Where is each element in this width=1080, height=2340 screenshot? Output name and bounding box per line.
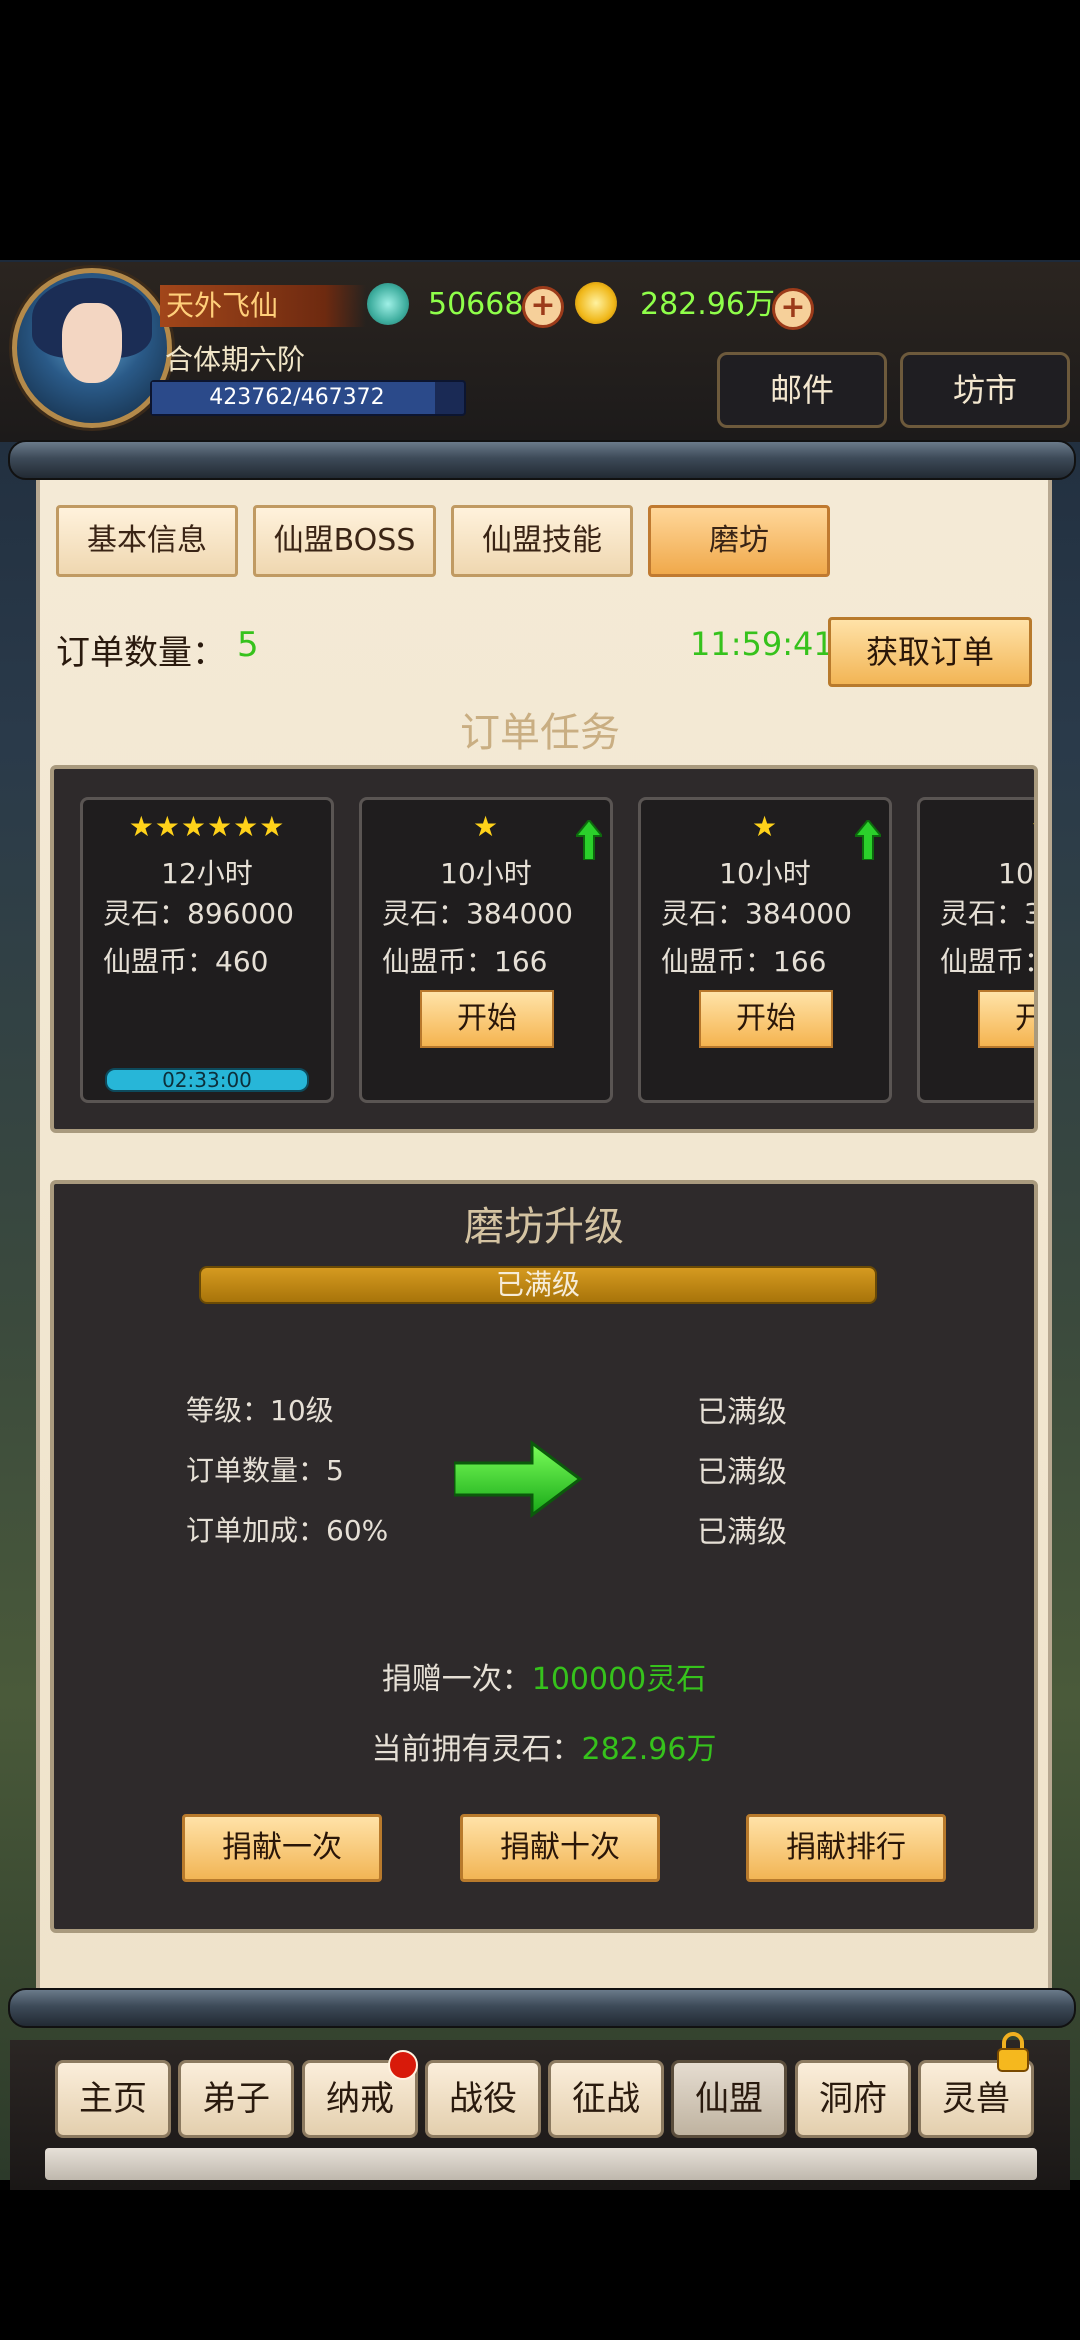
nav-home[interactable]: 主页 [55,2060,171,2138]
donate-cost-value: 100000灵石 [531,1662,707,1697]
donate-once-button[interactable]: 捐献一次 [182,1814,382,1882]
tab-sect-boss[interactable]: 仙盟BOSS [253,505,436,577]
donate-ranking-button[interactable]: 捐献排行 [746,1814,946,1882]
lock-icon [997,2032,1029,2072]
nav-scrollbar[interactable] [45,2148,1037,2180]
order-count-label: 订单数量： [56,633,226,673]
tab-sect-skill[interactable]: 仙盟技能 [451,505,633,577]
nav-campaign[interactable]: 战役 [425,2060,541,2138]
order-duration: 12小时 [161,857,253,890]
order-duration: 10小时 [440,857,532,890]
order-card[interactable]: ★ 10小时 灵石：384000 仙盟币：166 开始 [917,797,1038,1103]
stat-order-bonus-next: 已满级 [697,1515,787,1550]
star-rating: ★★★★★★ [128,810,286,843]
order-duration: 10小时 [719,857,811,890]
donate-ten-button[interactable]: 捐献十次 [460,1814,660,1882]
player-name: 天外飞仙 [160,285,366,327]
stat-order-count: 订单数量：5 [186,1454,344,1487]
scroll-rod-bottom [8,1988,1076,2028]
status-area [0,0,1080,260]
start-order-button[interactable]: 开始 [420,990,554,1048]
tab-basic-info[interactable]: 基本信息 [56,505,238,577]
start-order-button[interactable]: 开始 [699,990,833,1048]
nav-expedition[interactable]: 征战 [548,2060,664,2138]
mill-upgrade-title: 磨坊升级 [464,1204,624,1250]
order-count-value: 5 [237,625,259,665]
add-jade-button[interactable]: + [522,286,564,328]
exp-text: 423762/467372 [209,385,385,410]
order-coin-reward: 仙盟币：166 [661,945,827,978]
mill-upgrade-panel: 磨坊升级 已满级 等级：10级 订单数量：5 订单加成：60% 已满级 已满级 … [50,1180,1038,1933]
order-refresh-timer: 11:59:41 [690,625,834,663]
mail-button[interactable]: 邮件 [717,352,887,428]
jade-icon [367,283,409,325]
order-stone-reward: 灵石：384000 [940,897,1038,930]
order-list[interactable]: ★★★★★★ 12小时 灵石：896000 仙盟币：460 02:33:00 ★… [50,765,1038,1133]
nav-disciples[interactable]: 弟子 [178,2060,294,2138]
arrow-right-icon [454,1440,583,1518]
player-avatar[interactable] [12,268,172,428]
stat-level-next: 已满级 [697,1395,787,1430]
exp-bar: 423762/467372 [150,380,466,416]
add-gold-button[interactable]: + [772,288,814,330]
notification-dot-icon [388,2050,418,2080]
order-stone-reward: 灵石：384000 [382,897,573,930]
bottom-area [0,2190,1080,2340]
stat-order-bonus: 订单加成：60% [186,1514,389,1547]
order-progress-bar: 02:33:00 [105,1068,309,1092]
order-card[interactable]: ★ 10小时 灵石：384000 仙盟币：166 开始 [638,797,892,1103]
order-coin-reward: 仙盟币：166 [382,945,548,978]
order-stone-reward: 灵石：384000 [661,897,852,930]
order-card[interactable]: ★ 10小时 灵石：384000 仙盟币：166 开始 [359,797,613,1103]
stat-order-count-next: 已满级 [697,1455,787,1490]
donate-cost: 捐赠一次：100000灵石 [54,1654,1034,1698]
owned-stone: 当前拥有灵石：282.96万 [54,1724,1034,1768]
start-order-button[interactable]: 开始 [978,990,1034,1048]
star-rating: ★ [920,810,1034,843]
player-realm: 合体期六阶 [165,343,306,376]
get-order-button[interactable]: 获取订单 [828,617,1032,687]
order-coin-reward: 仙盟币：460 [103,945,269,978]
gold-amount: 282.96万 [640,287,775,322]
tab-mill[interactable]: 磨坊 [648,505,830,577]
order-stone-reward: 灵石：896000 [103,897,294,930]
scroll-rod-top [8,440,1076,480]
order-duration: 10小时 [998,857,1034,890]
nav-sect[interactable]: 仙盟 [671,2060,787,2138]
nav-cave[interactable]: 洞府 [795,2060,911,2138]
jade-amount: 50668 [428,287,524,322]
order-tasks-title: 订单任务 [460,710,620,756]
owned-stone-label: 当前拥有灵石： [371,1732,582,1767]
owned-stone-value: 282.96万 [581,1732,717,1767]
stat-level: 等级：10级 [186,1394,334,1427]
donate-cost-label: 捐赠一次： [381,1662,532,1697]
level-progress-bar: 已满级 [199,1266,877,1304]
order-coin-reward: 仙盟币：166 [940,945,1034,978]
market-button[interactable]: 坊市 [900,352,1070,428]
order-card[interactable]: ★★★★★★ 12小时 灵石：896000 仙盟币：460 02:33:00 [80,797,334,1103]
star-rating: ★ [751,810,779,843]
star-rating: ★ [472,810,500,843]
avatar-face [62,303,122,383]
